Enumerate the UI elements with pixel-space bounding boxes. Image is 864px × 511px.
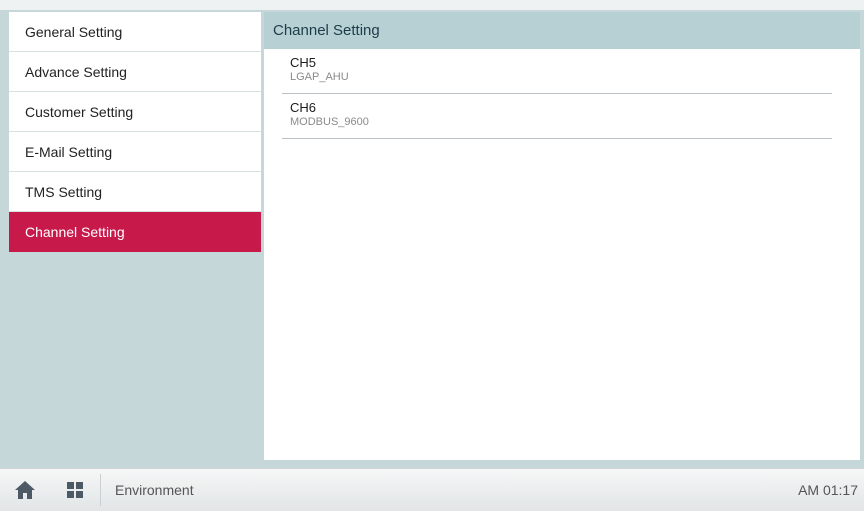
- top-strip: [0, 0, 864, 10]
- sidebar-item-label: Customer Setting: [25, 103, 134, 120]
- sidebar-item-label: TMS Setting: [25, 183, 103, 200]
- home-icon: [15, 481, 35, 499]
- channel-list: CH5 LGAP_AHU CH6 MODBUS_9600: [264, 49, 860, 139]
- sidebar-item-tms-setting[interactable]: TMS Setting: [9, 172, 261, 212]
- clock: AM 01:17: [798, 482, 858, 498]
- channel-protocol: MODBUS_9600: [290, 116, 369, 128]
- divider: [100, 474, 101, 506]
- panel-title: Channel Setting: [264, 12, 860, 49]
- breadcrumb: Environment: [115, 482, 194, 498]
- channel-protocol: LGAP_AHU: [290, 71, 349, 83]
- grid-icon: [67, 482, 83, 498]
- channel-item-ch6[interactable]: CH6 MODBUS_9600: [282, 94, 832, 139]
- settings-sidebar: General Setting Advance Setting Customer…: [9, 12, 261, 252]
- channel-name: CH6: [290, 100, 317, 115]
- channel-setting-panel: Channel Setting CH5 LGAP_AHU CH6 MODBUS_…: [264, 12, 860, 460]
- sidebar-item-label: General Setting: [25, 23, 123, 40]
- sidebar-item-label: Advance Setting: [25, 63, 127, 80]
- channel-name: CH5: [290, 55, 317, 70]
- bottom-bar: Environment AM 01:17: [0, 468, 864, 511]
- sidebar-item-general-setting[interactable]: General Setting: [9, 12, 261, 52]
- sidebar-item-label: E-Mail Setting: [25, 143, 113, 160]
- sidebar-item-customer-setting[interactable]: Customer Setting: [9, 92, 261, 132]
- apps-button[interactable]: [50, 469, 100, 511]
- sidebar-item-label: Channel Setting: [25, 224, 125, 240]
- home-button[interactable]: [0, 469, 50, 511]
- channel-item-ch5[interactable]: CH5 LGAP_AHU: [282, 49, 832, 94]
- sidebar-item-channel-setting[interactable]: Channel Setting: [9, 212, 261, 252]
- app-frame: General Setting Advance Setting Customer…: [0, 0, 864, 511]
- sidebar-item-advance-setting[interactable]: Advance Setting: [9, 52, 261, 92]
- sidebar-item-email-setting[interactable]: E-Mail Setting: [9, 132, 261, 172]
